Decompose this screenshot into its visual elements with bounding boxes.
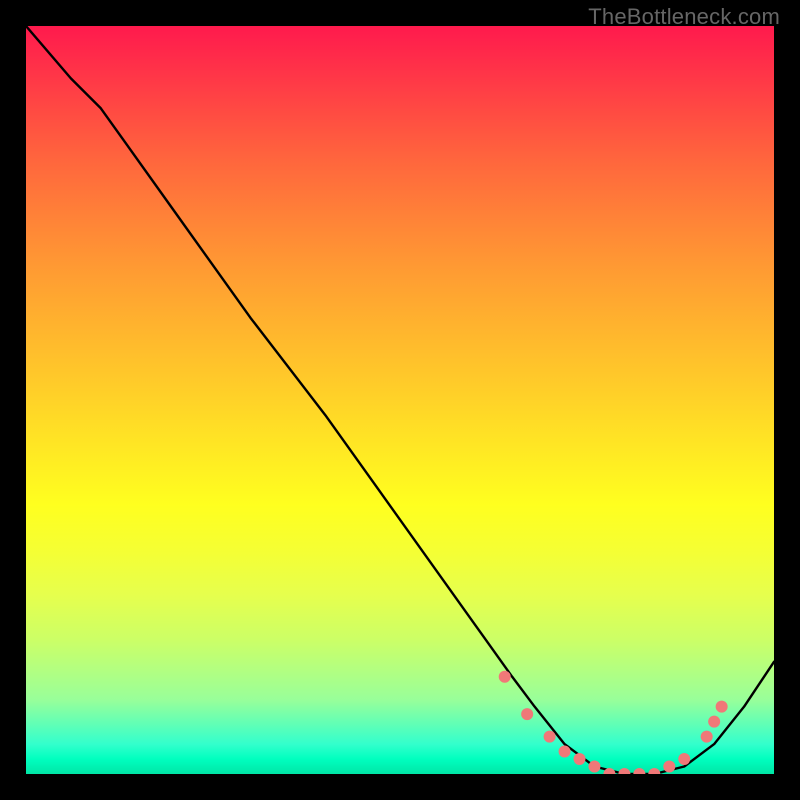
chart-marker	[521, 708, 533, 720]
chart-marker	[588, 761, 600, 773]
chart-marker	[633, 768, 645, 774]
chart-curve	[26, 26, 774, 774]
watermark-text: TheBottleneck.com	[588, 4, 780, 30]
chart-marker	[663, 761, 675, 773]
chart-marker	[618, 768, 630, 774]
chart-marker	[559, 746, 571, 758]
chart-marker	[678, 753, 690, 765]
chart-marker	[574, 753, 586, 765]
chart-plot-area	[26, 26, 774, 774]
chart-marker	[716, 701, 728, 713]
chart-marker	[544, 731, 556, 743]
chart-marker	[701, 731, 713, 743]
chart-svg	[26, 26, 774, 774]
chart-marker	[499, 671, 511, 683]
chart-marker	[708, 716, 720, 728]
chart-marker	[648, 768, 660, 774]
